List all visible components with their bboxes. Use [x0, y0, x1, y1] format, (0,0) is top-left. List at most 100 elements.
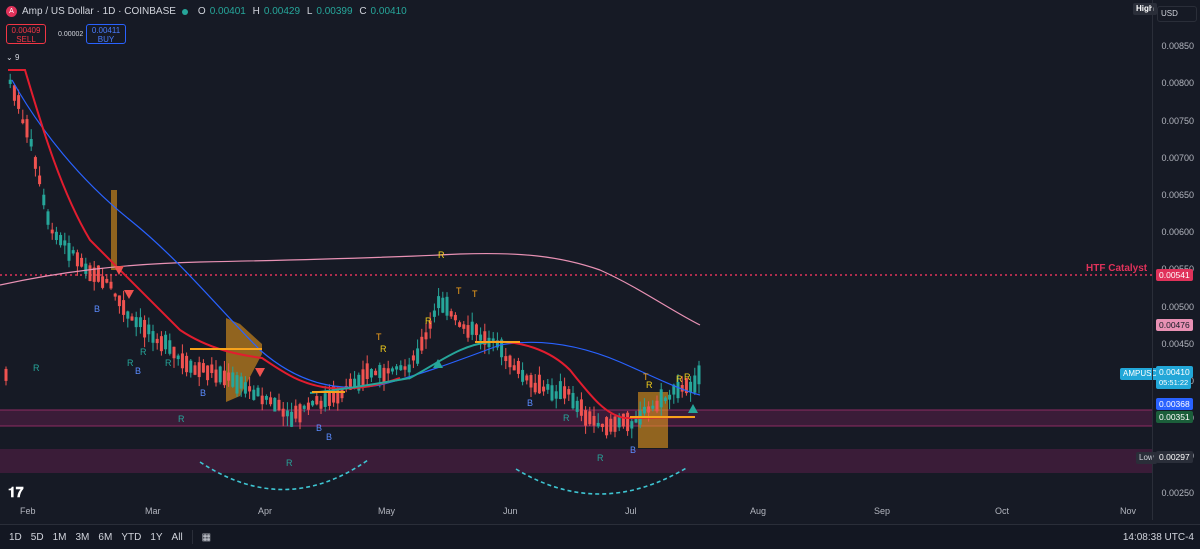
candle-body — [294, 405, 298, 419]
price-tick-label: 0.00800 — [1161, 78, 1194, 88]
candle-body — [269, 397, 273, 405]
currency-dropdown[interactable]: USD — [1157, 6, 1197, 22]
candle-body — [651, 405, 655, 409]
signal-marker: T — [472, 289, 478, 299]
candle-body — [470, 321, 474, 335]
candle-body — [63, 240, 67, 246]
time-tick-label: Sep — [874, 506, 891, 516]
time-tick-label: Apr — [258, 506, 273, 516]
candle-body — [96, 265, 100, 282]
candle-body — [579, 399, 583, 416]
candle-body — [369, 368, 373, 378]
candle-body — [441, 297, 445, 313]
candle-body — [382, 367, 386, 383]
candle-body — [550, 385, 554, 401]
candle-body — [4, 368, 8, 381]
signal-marker: R — [140, 347, 147, 357]
countdown-badge: 05:51:22 — [1156, 377, 1192, 389]
candle-body — [516, 360, 520, 374]
range-3m-button[interactable]: 3M — [76, 532, 90, 543]
candle-body — [479, 334, 483, 341]
candle-body — [311, 400, 315, 406]
candle-body — [126, 311, 130, 319]
candle-body — [504, 356, 508, 362]
candle-body — [395, 366, 399, 370]
candle-body — [621, 413, 625, 427]
candle-body — [21, 119, 25, 124]
candle-body — [542, 386, 546, 392]
candle-body — [416, 348, 420, 364]
candle-body — [445, 296, 449, 316]
price-axis[interactable]: USD 0.00850 0.00800 0.00750 0.00700 0.00650 0… — [1152, 0, 1200, 520]
candle-body — [227, 372, 231, 381]
range-6m-button[interactable]: 6M — [98, 532, 112, 543]
chart-area[interactable]: RBRBRRBRRBBTRRRTTBRRBTRRR A Amp / US Dol… — [0, 0, 1161, 520]
time-tick-label: Jun — [503, 506, 518, 516]
candle-body — [474, 324, 478, 336]
candle-body — [424, 332, 428, 340]
signal-marker: R — [178, 414, 185, 424]
candle-body — [613, 416, 617, 432]
candle-body — [235, 375, 239, 394]
price-chart[interactable]: RBRBRRBRRBBTRRRT TBRRBTRR R — [0, 0, 1152, 520]
candle-body — [12, 85, 16, 101]
candle-body — [180, 353, 184, 369]
candle-body — [201, 363, 205, 373]
candle-body — [630, 421, 634, 429]
range-1y-button[interactable]: 1Y — [150, 532, 162, 543]
price-tick-label: 0.00650 — [1161, 190, 1194, 200]
candle-body — [290, 411, 294, 427]
candle-body — [109, 281, 113, 289]
candle-body — [403, 366, 407, 370]
spread-value: 0.00002 — [58, 31, 84, 38]
candle-body — [533, 382, 537, 393]
candle-body — [411, 355, 415, 361]
clock-display[interactable]: 14:08:38 UTC-4 — [1123, 532, 1194, 543]
date-range-calendar-icon[interactable]: ▦ — [202, 532, 211, 543]
candle-body — [420, 336, 424, 351]
candle-body — [50, 229, 54, 234]
signal-marker: R — [676, 374, 683, 384]
signal-marker: B — [200, 388, 206, 398]
buy-button[interactable]: 0.00411 BUY — [86, 24, 126, 44]
range-all-button[interactable]: All — [172, 532, 183, 543]
candle-body — [306, 402, 310, 410]
signal-marker: B — [326, 432, 332, 442]
candle-body — [558, 381, 562, 400]
candle-body — [260, 395, 264, 405]
candle-body — [689, 381, 693, 393]
range-ytd-button[interactable]: YTD — [121, 532, 141, 543]
candle-body — [596, 422, 600, 427]
time-tick-label: Jul — [625, 506, 637, 516]
range-1m-button[interactable]: 1M — [53, 532, 67, 543]
price-tick-label: 0.00700 — [1161, 153, 1194, 163]
range-1d-button[interactable]: 1D — [9, 532, 22, 543]
candle-body — [676, 381, 680, 399]
signal-marker: R — [165, 358, 172, 368]
candle-body — [138, 317, 142, 328]
buy-signal-triangle — [688, 404, 698, 413]
candle-body — [252, 389, 256, 400]
candle-body — [210, 364, 214, 374]
candle-body — [130, 316, 134, 321]
sell-button[interactable]: 0.00409 SELL — [6, 24, 46, 44]
signal-marker: R — [380, 344, 387, 354]
candle-body — [42, 194, 46, 206]
candle-body — [75, 252, 79, 267]
ohlc-values: O 0.00401 H 0.00429 L 0.00399 C 0.00410 — [194, 6, 407, 17]
pink-ma-price-badge: 0.00476 — [1156, 319, 1193, 331]
buy-label: BUY — [97, 35, 115, 44]
signal-marker: B — [527, 398, 533, 408]
price-tick-label: 0.00450 — [1161, 339, 1194, 349]
candle-body — [319, 400, 323, 409]
candle-body — [46, 211, 50, 225]
signal-marker: R — [684, 372, 691, 382]
candle-body — [105, 278, 109, 283]
candle-body — [143, 319, 147, 338]
symbol-title[interactable]: Amp / US Dollar · 1D · COINBASE — [22, 6, 176, 17]
indicators-toggle[interactable]: ⌄ 9 — [6, 53, 19, 62]
candle-body — [164, 334, 168, 350]
candle-body — [214, 369, 218, 383]
range-5d-button[interactable]: 5D — [31, 532, 44, 543]
signal-marker: B — [94, 304, 100, 314]
